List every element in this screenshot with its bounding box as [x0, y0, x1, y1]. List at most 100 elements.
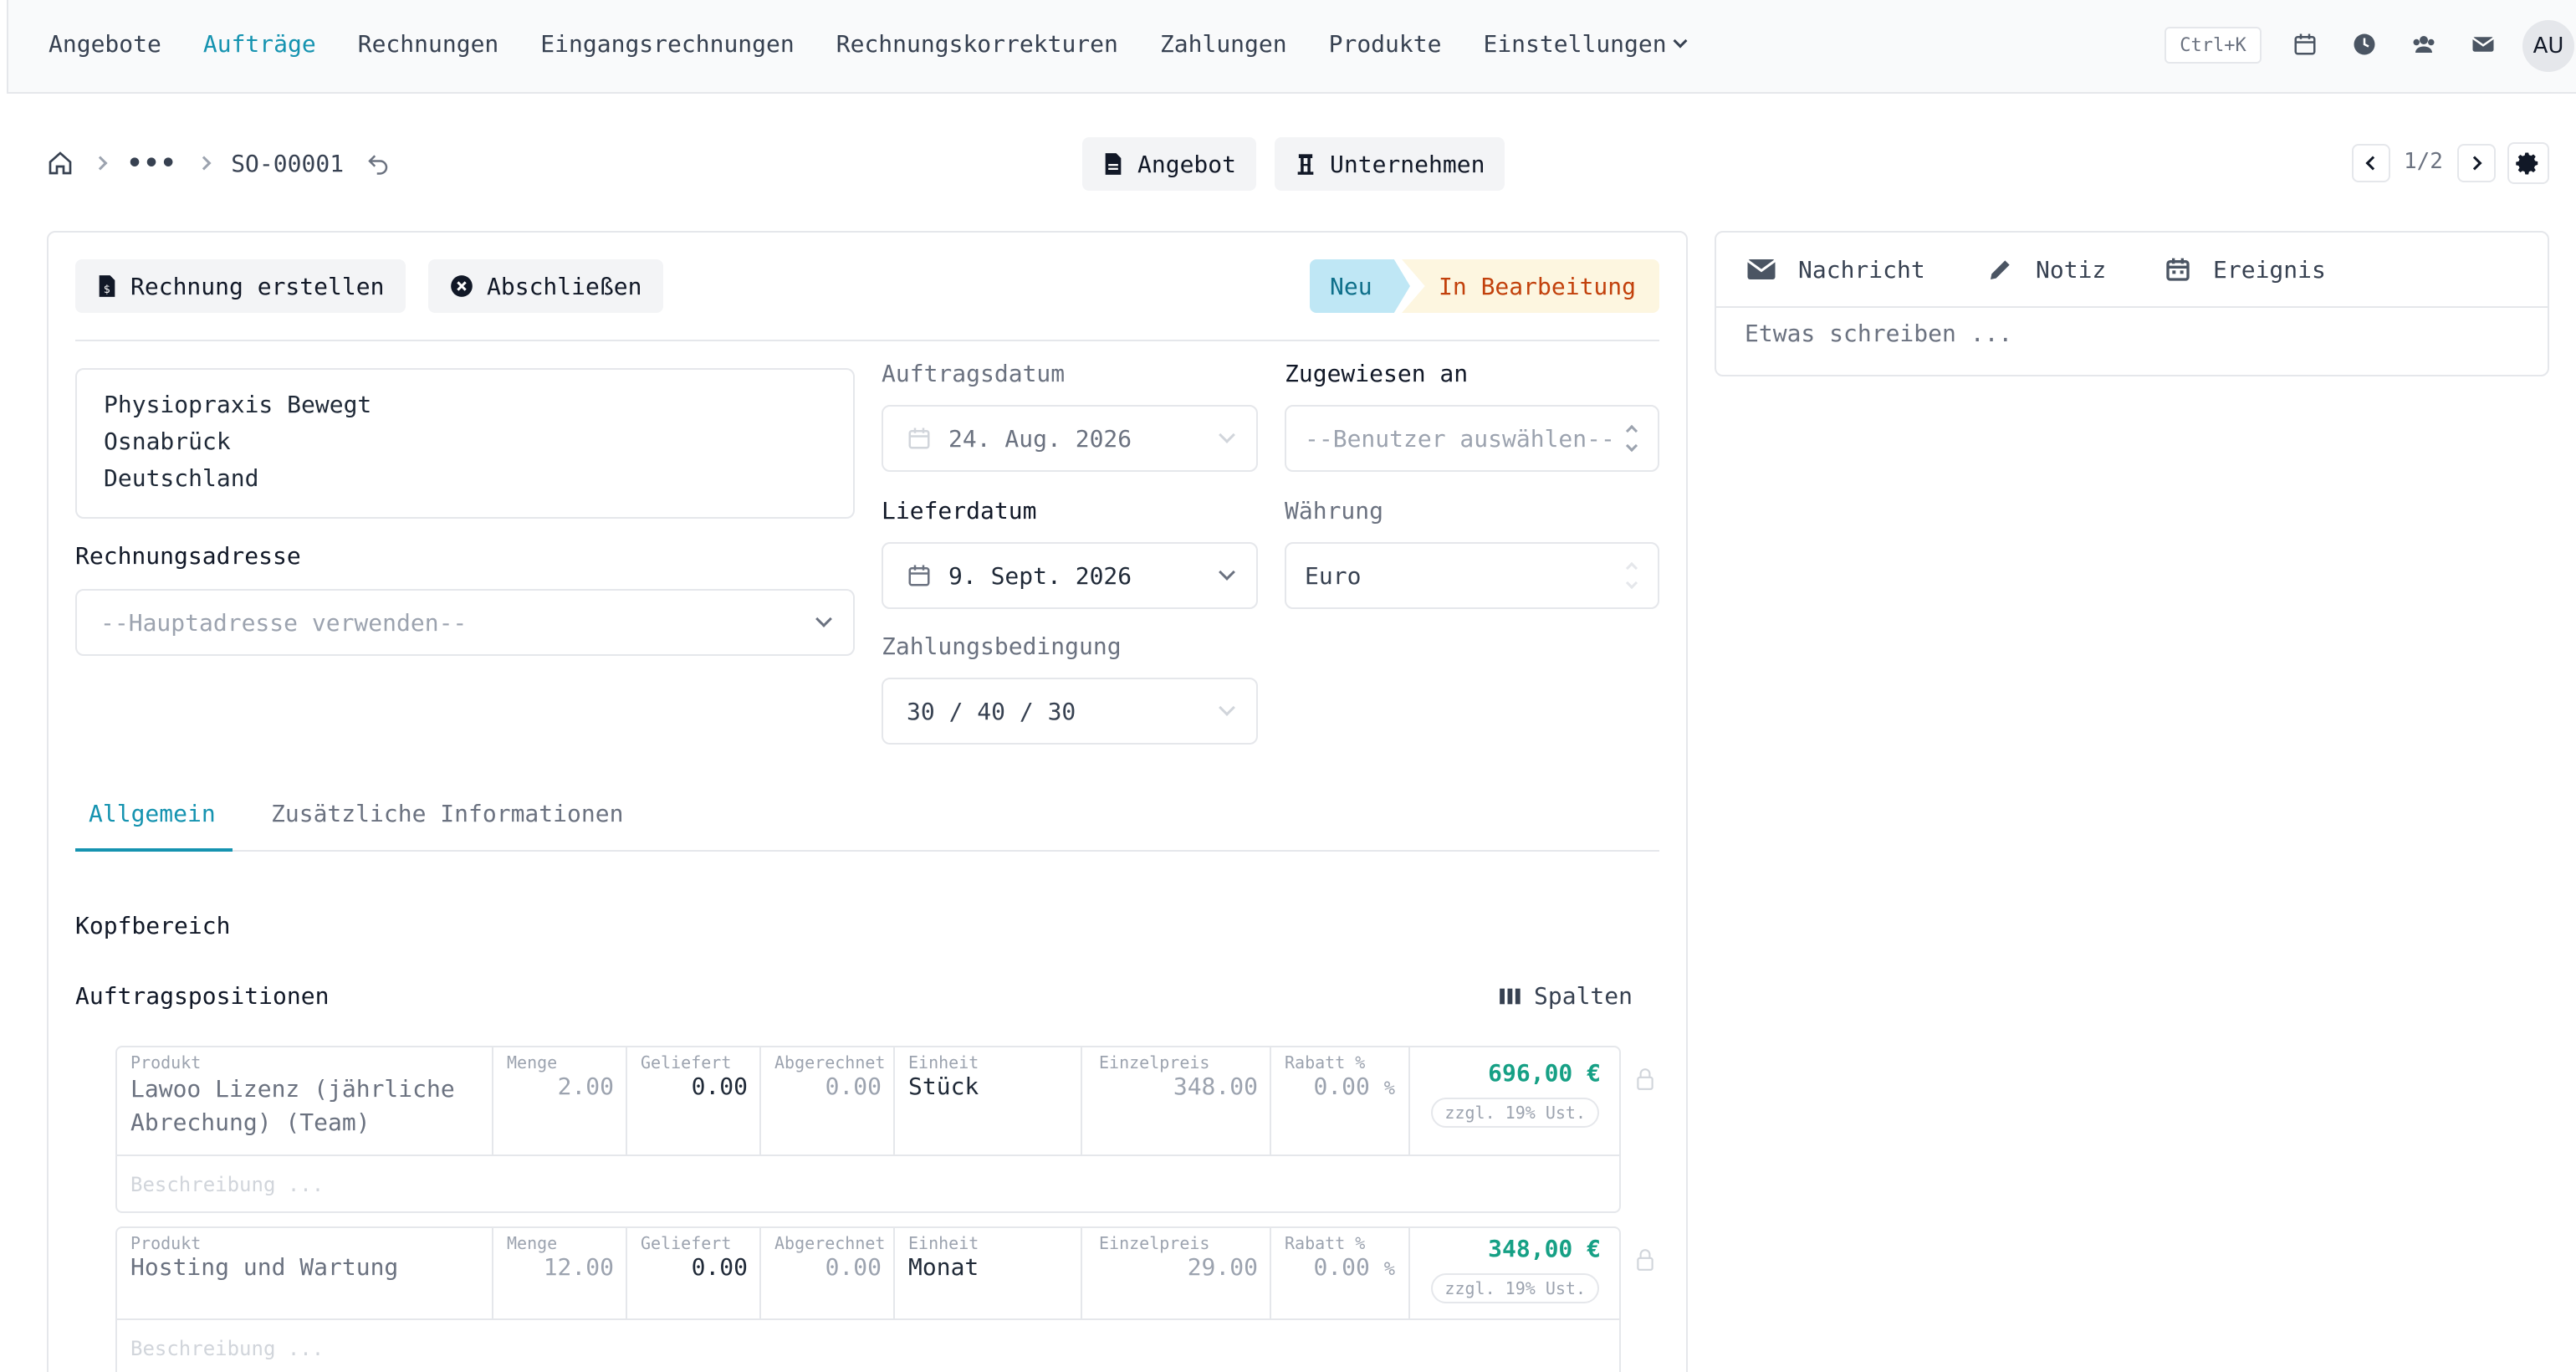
close-circle-icon — [451, 275, 473, 297]
close-order-button[interactable]: Abschließen — [428, 259, 664, 313]
undo-icon[interactable] — [365, 151, 391, 176]
product-value: Hosting und Wartung — [130, 1253, 399, 1281]
vat-badge: zzgl. 19% Ust. — [1431, 1098, 1599, 1128]
clock-icon[interactable] — [2352, 32, 2377, 57]
discount-number: 0.00 — [1313, 1073, 1370, 1100]
quote-button-label: Angebot — [1137, 150, 1237, 178]
description-input[interactable]: Beschreibung ... — [117, 1154, 1619, 1213]
nav-item-rechnungskorrekturen[interactable]: Rechnungskorrekturen — [836, 30, 1118, 58]
previous-record-button[interactable] — [2352, 144, 2390, 182]
breadcrumb-ellipsis[interactable]: ••• — [127, 149, 177, 178]
discount-cell[interactable]: Rabatt % 0.00 % — [1271, 1228, 1410, 1318]
users-icon[interactable] — [2411, 32, 2436, 57]
lock-icon[interactable] — [1636, 1248, 1654, 1272]
calendar-icon[interactable] — [2292, 32, 2318, 57]
quote-button[interactable]: Angebot — [1082, 137, 1257, 191]
note-button[interactable]: Notiz — [1987, 251, 2106, 288]
calendar-icon — [908, 427, 930, 449]
chatter-input[interactable]: Etwas schreiben ... — [1745, 320, 2012, 347]
line-total: 696,00 € — [1488, 1059, 1601, 1087]
unit-price-value: 29.00 — [1187, 1253, 1258, 1281]
billing-address-label: Rechnungsadresse — [75, 542, 301, 570]
envelope-icon — [1746, 259, 1776, 279]
divider — [1716, 306, 2548, 308]
event-button[interactable]: Ereignis — [2165, 251, 2326, 288]
company-button[interactable]: Unternehmen — [1275, 137, 1505, 191]
customer-address-box[interactable]: Physiopraxis Bewegt Osnabrück Deutschlan… — [75, 368, 855, 519]
nav-item-einstellungen[interactable]: Einstellungen — [1483, 30, 1688, 58]
chevron-right-icon — [197, 156, 212, 171]
chevron-down-icon — [815, 611, 832, 627]
quantity-cell[interactable]: Menge 12.00 — [493, 1228, 627, 1318]
delivered-cell[interactable]: Geliefert 0.00 — [627, 1228, 761, 1318]
unit-cell[interactable]: Einheit Monat — [895, 1228, 1082, 1318]
delivered-value: 0.00 — [691, 1253, 748, 1281]
create-invoice-button[interactable]: $ Rechnung erstellen — [75, 259, 406, 313]
unit-price-cell[interactable]: Einzelpreis 348.00 — [1082, 1047, 1271, 1154]
order-date-label: Auftragsdatum — [882, 360, 1066, 387]
lock-icon[interactable] — [1636, 1067, 1654, 1091]
avatar[interactable]: AU — [2522, 20, 2574, 72]
settings-button[interactable] — [2507, 142, 2549, 184]
currency-select[interactable]: Euro — [1285, 542, 1659, 609]
assigned-to-select[interactable]: --Benutzer auswählen-- — [1285, 405, 1659, 472]
create-invoice-label: Rechnung erstellen — [130, 272, 385, 300]
billed-value: 0.00 — [825, 1073, 882, 1100]
tab-zusaetzliche-informationen[interactable]: Zusätzliche Informationen — [271, 800, 623, 827]
message-button[interactable]: Nachricht — [1746, 251, 1925, 288]
status-step-new[interactable]: Neu — [1310, 259, 1410, 313]
order-date-value: 24. Aug. 2026 — [948, 424, 1132, 453]
nav-item-angebote[interactable]: Angebote — [49, 30, 161, 58]
discount-value: 0.00 % — [1313, 1073, 1395, 1100]
order-date-field[interactable]: 24. Aug. 2026 — [882, 405, 1258, 472]
divider — [75, 340, 1659, 341]
unit-price-cell[interactable]: Einzelpreis 29.00 — [1082, 1228, 1271, 1318]
discount-label: Rabatt % — [1285, 1052, 1366, 1073]
chevron-down-icon — [1219, 427, 1235, 443]
unit-price-label: Einzelpreis — [1099, 1052, 1210, 1073]
discount-cell[interactable]: Rabatt % 0.00 % — [1271, 1047, 1410, 1154]
unit-cell[interactable]: Einheit Stück — [895, 1047, 1082, 1154]
delivery-date-field[interactable]: 9. Sept. 2026 — [882, 542, 1258, 609]
invoice-icon: $ — [99, 275, 115, 297]
product-cell[interactable]: Produkt Lawoo Lizenz (jährliche Abrechung… — [117, 1047, 493, 1154]
main-nav: Angebote Aufträge Rechnungen Eingangsrec… — [49, 0, 1688, 87]
delivered-cell[interactable]: Geliefert 0.00 — [627, 1047, 761, 1154]
billed-value: 0.00 — [825, 1253, 882, 1281]
product-cell[interactable]: Produkt Hosting und Wartung — [117, 1228, 493, 1318]
billing-address-select[interactable]: --Hauptadresse verwenden-- — [75, 589, 855, 656]
billed-label: Abgerechnet — [774, 1052, 886, 1073]
quantity-cell[interactable]: Menge 2.00 — [493, 1047, 627, 1154]
nav-item-auftraege[interactable]: Aufträge — [203, 30, 316, 58]
mail-icon[interactable] — [2471, 32, 2496, 57]
line-item-row[interactable]: Produkt Lawoo Lizenz (jährliche Abrechung… — [115, 1046, 1621, 1213]
customer-name: Physiopraxis Bewegt — [104, 391, 372, 418]
columns-button[interactable]: Spalten — [1499, 982, 1633, 1010]
home-icon[interactable] — [47, 150, 74, 177]
event-button-label: Ereignis — [2213, 255, 2326, 284]
close-order-label: Abschließen — [487, 272, 642, 300]
tab-allgemein[interactable]: Allgemein — [89, 800, 216, 827]
billed-cell: Abgerechnet 0.00 — [761, 1228, 895, 1318]
nav-item-zahlungen[interactable]: Zahlungen — [1160, 30, 1287, 58]
payment-terms-select[interactable]: 30 / 40 / 30 — [882, 678, 1258, 745]
status-step-in-progress[interactable]: In Bearbeitung — [1402, 259, 1659, 313]
discount-value: 0.00 % — [1313, 1253, 1395, 1281]
nav-item-rechnungen[interactable]: Rechnungen — [358, 30, 499, 58]
unit-label: Einheit — [908, 1052, 979, 1073]
product-value-line-2: Abrechung) (Team) — [130, 1108, 371, 1136]
nav-item-eingangsrechnungen[interactable]: Eingangsrechnungen — [540, 30, 794, 58]
product-value-line-1: Lawoo Lizenz (jährliche — [130, 1075, 455, 1103]
calendar-icon — [2166, 258, 2190, 281]
pager-counter: 1/2 — [2404, 149, 2443, 174]
active-tab-indicator — [75, 848, 233, 852]
discount-number: 0.00 — [1313, 1253, 1370, 1281]
next-record-button[interactable] — [2457, 144, 2496, 182]
nav-item-produkte[interactable]: Produkte — [1329, 30, 1442, 58]
unit-label: Einheit — [908, 1233, 979, 1253]
command-palette-shortcut[interactable]: Ctrl+K — [2165, 27, 2262, 64]
description-input[interactable]: Beschreibung ... — [117, 1318, 1619, 1372]
line-item-row[interactable]: Produkt Hosting und Wartung Menge 12.00 … — [115, 1226, 1621, 1372]
delivery-date-value: 9. Sept. 2026 — [948, 561, 1132, 590]
select-arrows-icon — [1624, 561, 1639, 590]
